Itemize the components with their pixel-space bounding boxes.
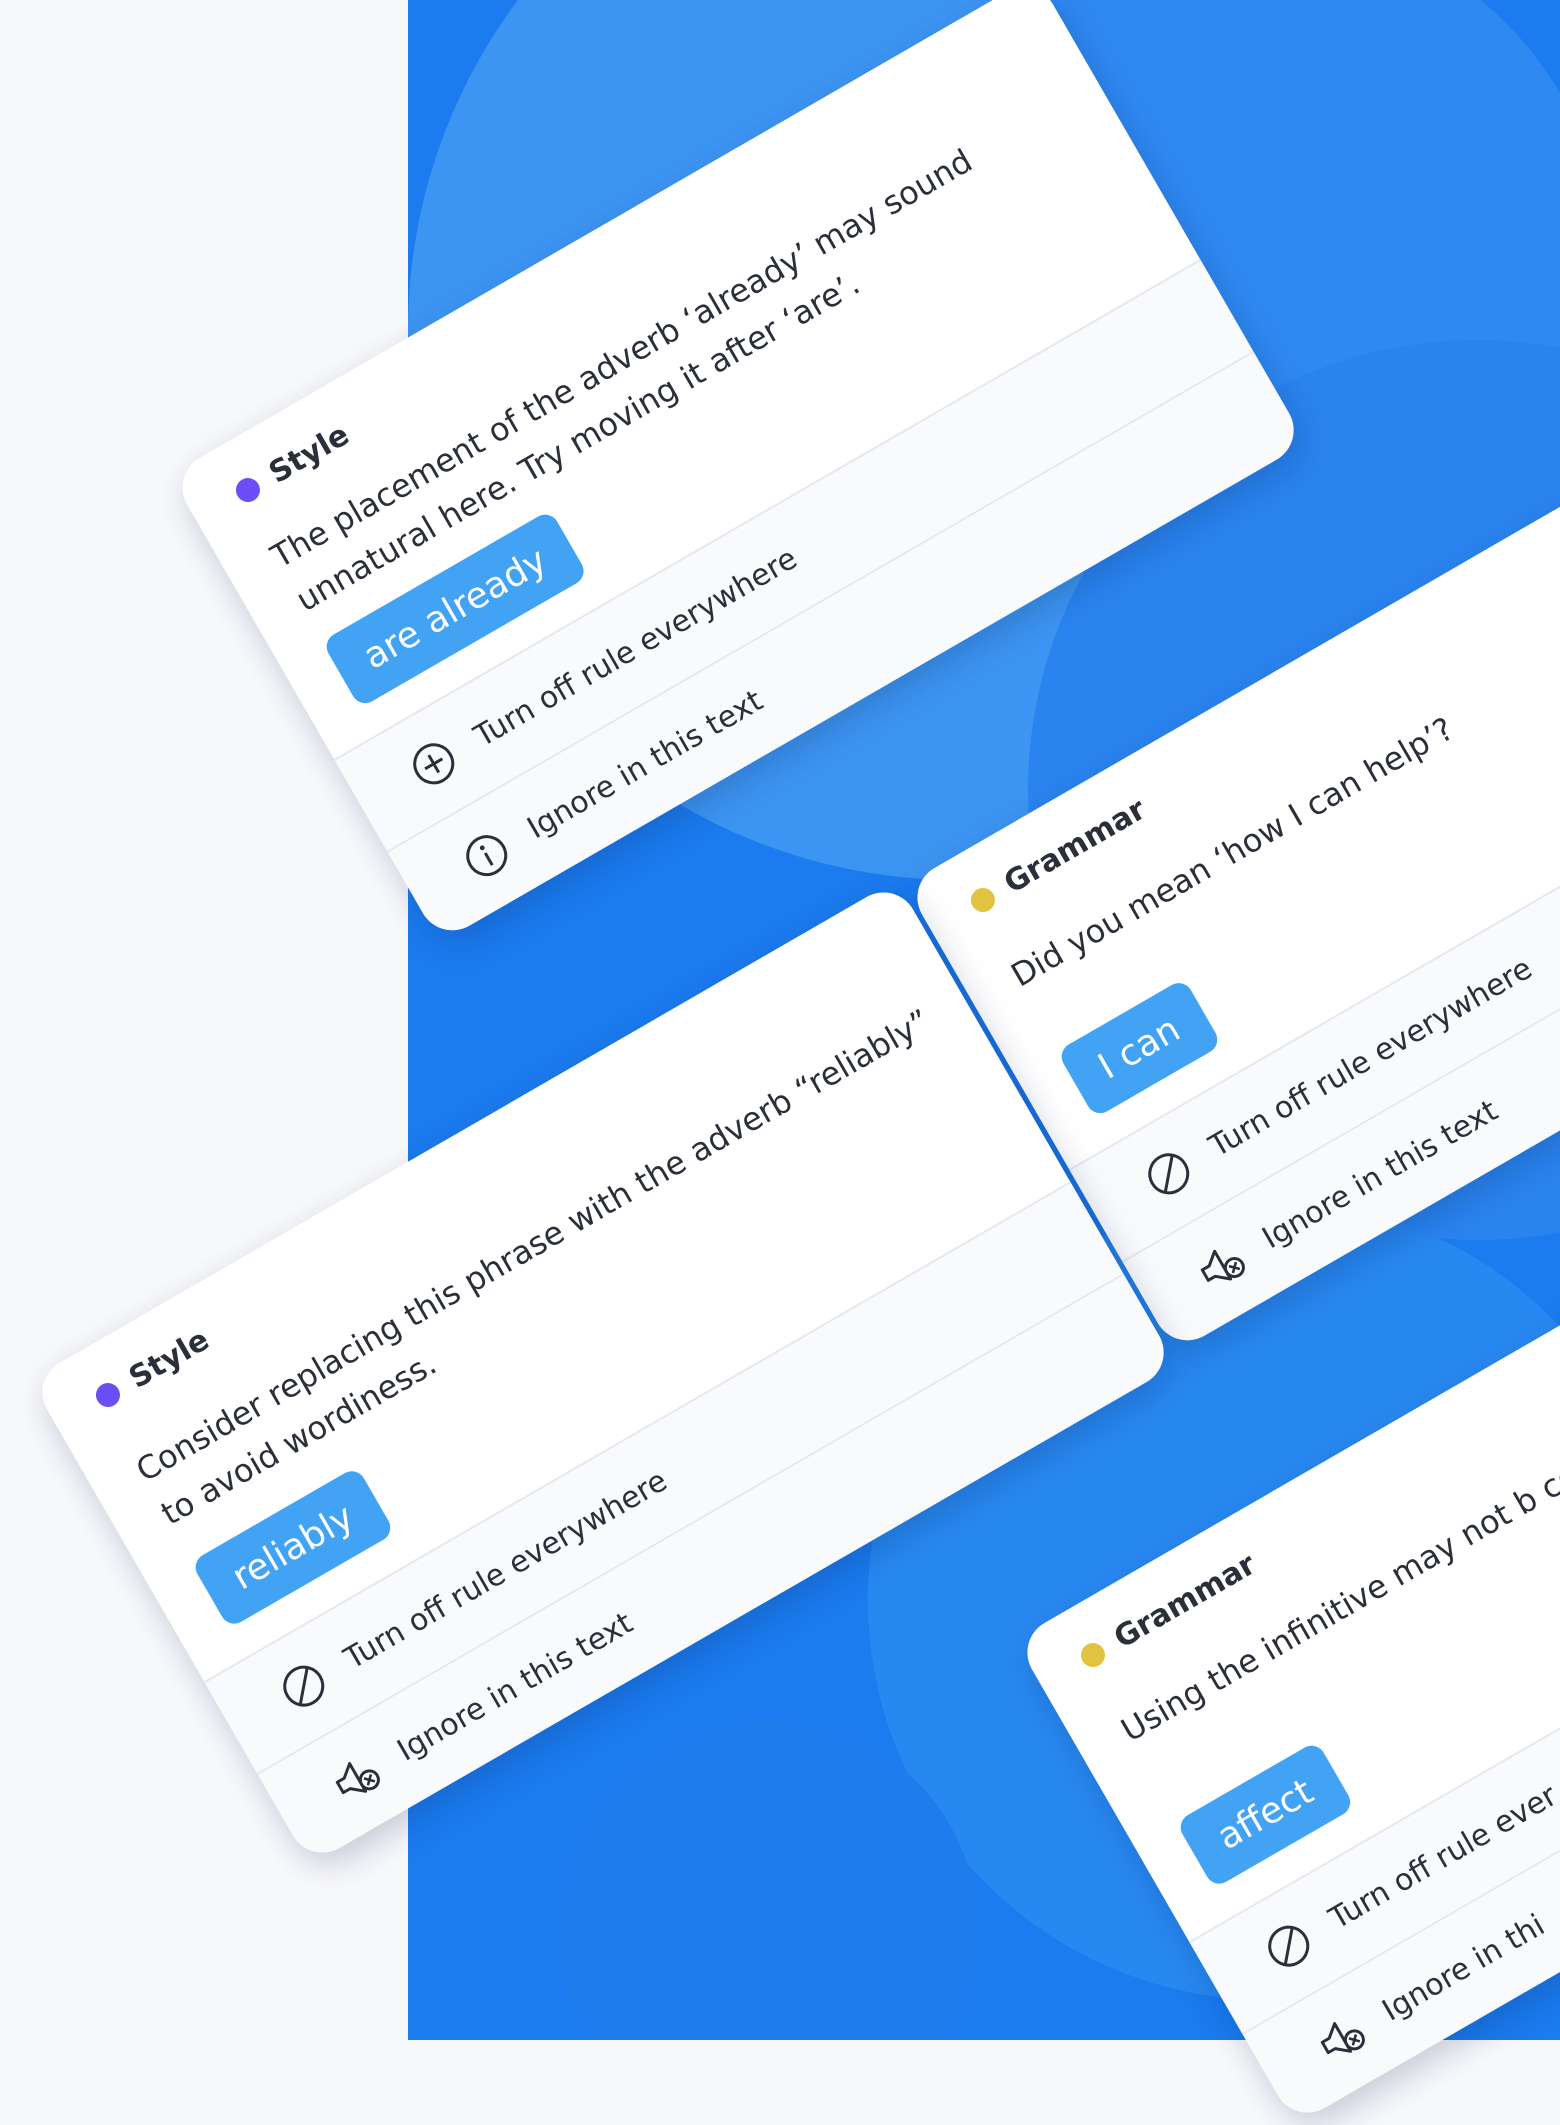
category-header: Style [89,1322,216,1415]
add-circle-icon [401,731,467,797]
category-label: Style [263,417,356,491]
category-label: Style [123,1322,216,1396]
category-dot-icon [966,883,1000,916]
info-circle-icon [454,823,520,889]
disable-icon [1256,1913,1322,1979]
mute-icon [324,1745,390,1811]
category-dot-icon [231,473,265,506]
mute-icon [1189,1233,1255,1299]
category-dot-icon [91,1378,125,1411]
disable-icon [1136,1141,1202,1207]
disable-icon [271,1653,337,1719]
mute-icon [1309,2005,1375,2071]
category-dot-icon [1076,1638,1110,1671]
